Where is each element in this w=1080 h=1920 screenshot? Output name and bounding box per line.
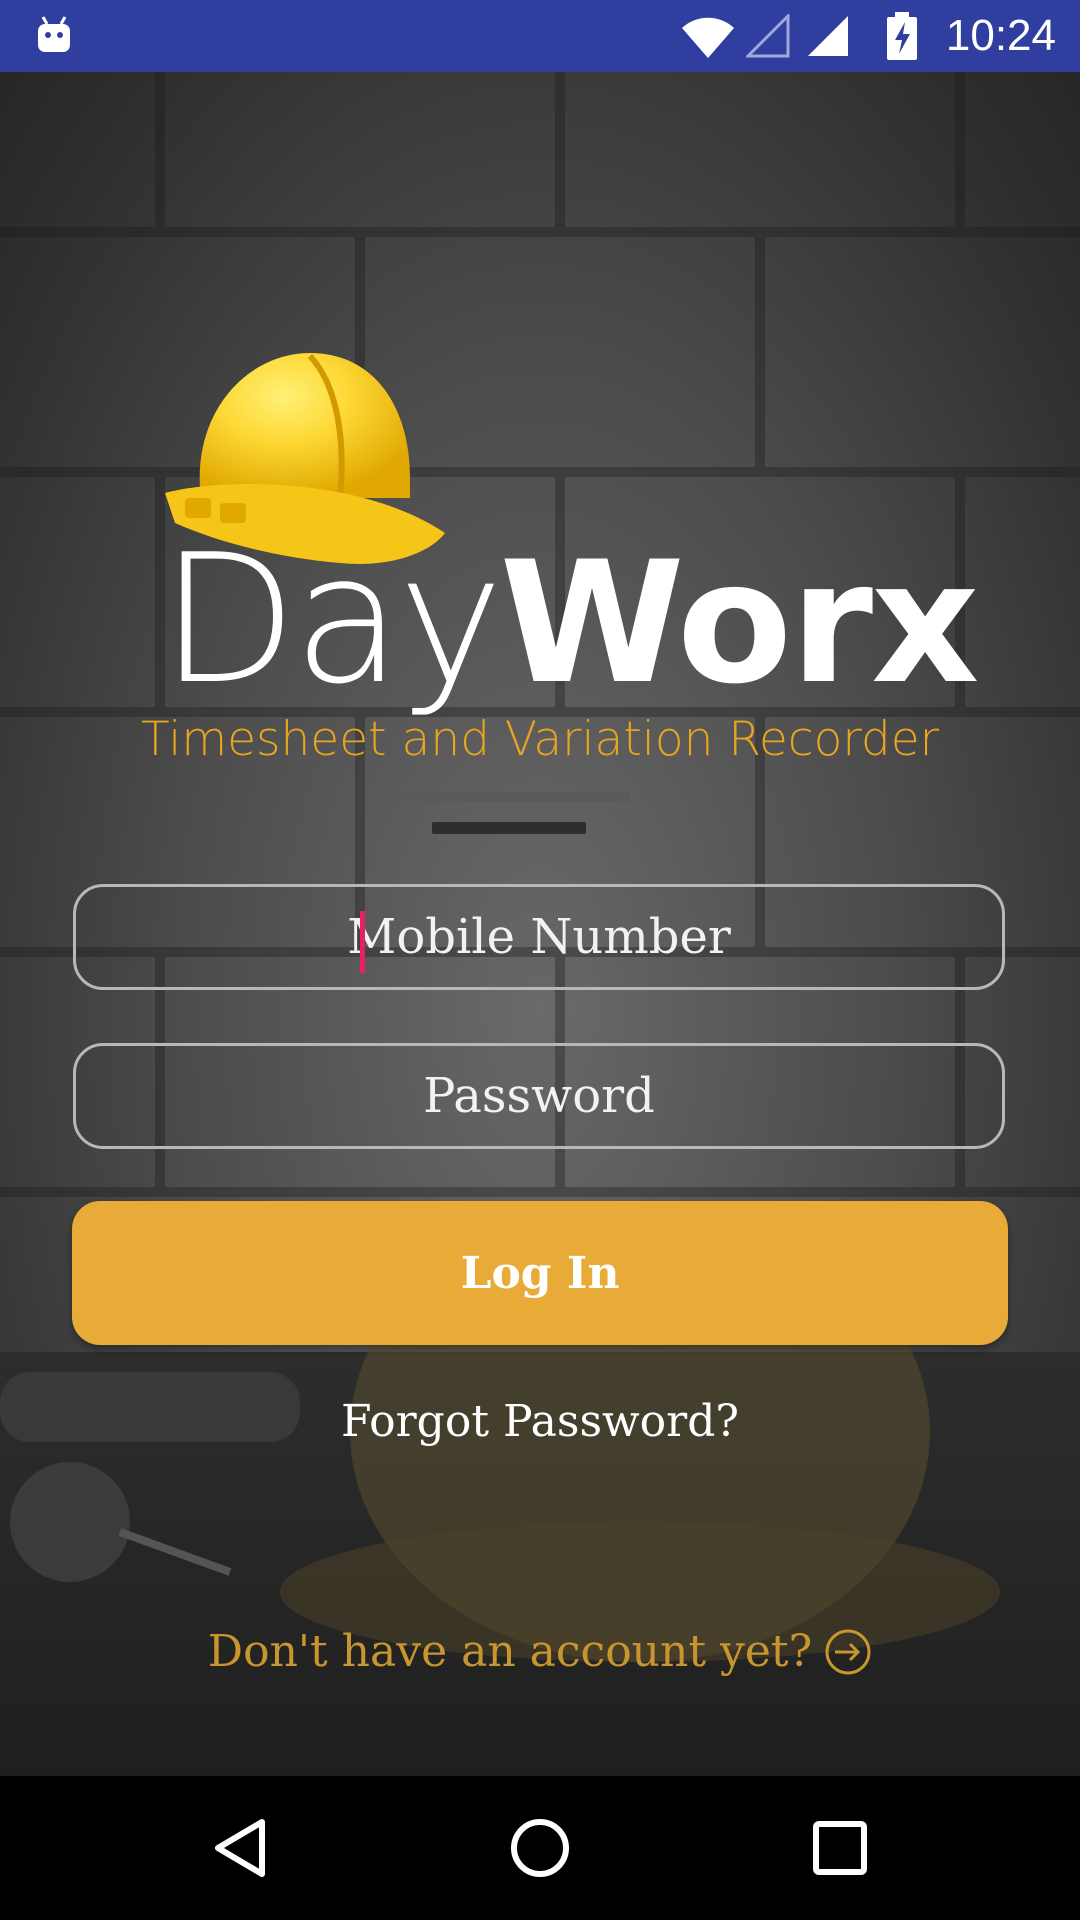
android-icon [38,16,70,52]
forgot-password-link[interactable]: Forgot Password? [0,1392,1080,1452]
login-button[interactable]: Log In [72,1201,1008,1345]
divider [432,822,586,834]
battery-charging-icon [887,12,917,60]
status-clock: 10:24 [945,11,1056,60]
divider [388,792,630,802]
signup-link[interactable]: Don't have an account yet? [0,1620,1080,1684]
recent-apps-icon[interactable] [812,1820,868,1876]
home-icon[interactable] [508,1816,572,1880]
mobile-number-input[interactable] [76,887,1002,987]
back-icon[interactable] [210,1816,270,1880]
signal-empty-icon [746,14,790,58]
text-cursor [360,911,365,973]
tagline: Timesheet and Variation Recorder [141,712,939,767]
wifi-icon [682,17,734,58]
signup-link-label: Don't have an account yet? [207,1626,813,1677]
navigation-bar [0,1776,1080,1920]
signal-icon [808,16,848,56]
mobile-number-field-container [73,884,1005,990]
status-bar: 10:24 [0,0,1080,72]
password-input[interactable] [76,1046,1002,1146]
brand-name-day: Day [160,516,503,723]
brand-logo: DayWorx [160,520,979,722]
brand-name-worx: Worx [499,525,979,721]
arrow-circle-right-icon [825,1629,871,1675]
password-field-container [73,1043,1005,1149]
